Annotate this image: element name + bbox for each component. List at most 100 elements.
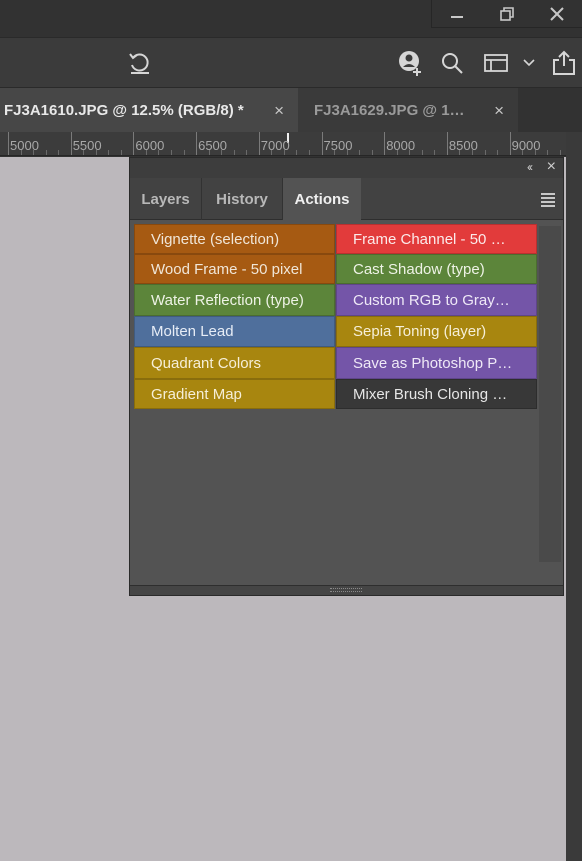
action-label: Vignette (selection) xyxy=(151,230,280,248)
panel-scrollbar[interactable] xyxy=(539,226,561,562)
ruler-minor-tick xyxy=(334,150,336,155)
ruler-label: 7000 xyxy=(260,138,290,153)
close-icon xyxy=(550,7,564,21)
ruler-major-tick xyxy=(321,132,323,155)
ruler-minor-tick xyxy=(20,150,22,155)
options-toolbar xyxy=(0,38,582,88)
ruler-minor-tick xyxy=(183,150,185,155)
minimize-icon xyxy=(451,16,463,18)
share-icon[interactable] xyxy=(550,49,578,77)
document-tab-active[interactable]: FJ3A1610.JPG @ 12.5% (RGB/8) * × xyxy=(0,88,298,132)
ruler-minor-tick xyxy=(308,150,310,155)
panel-tabs: Layers History Actions xyxy=(130,178,563,221)
horizontal-ruler[interactable]: 5000 5500 6000 6500 7000 7500 8000 8500 9000 xyxy=(0,132,566,156)
close-panel-icon[interactable]: × xyxy=(547,158,556,176)
action-label: Molten Lead xyxy=(151,323,234,340)
ruler-minor-tick xyxy=(547,150,549,155)
minimize-button[interactable] xyxy=(432,0,482,28)
ruler-minor-tick xyxy=(158,150,160,155)
action-label: Cast Shadow (type) xyxy=(353,260,485,278)
ruler-minor-tick xyxy=(471,150,473,155)
ruler-major-tick xyxy=(70,132,72,155)
ruler-minor-tick xyxy=(459,150,461,155)
document-tab-bar: FJ3A1610.JPG @ 12.5% (RGB/8) * × FJ3A162… xyxy=(0,88,582,132)
ruler-major-tick xyxy=(509,132,511,155)
ruler-minor-tick xyxy=(33,150,35,155)
panel-menu-icon[interactable] xyxy=(541,193,555,209)
collapse-panel-icon[interactable]: ‹‹ xyxy=(527,160,533,174)
ruler-label: 5500 xyxy=(72,138,102,153)
ruler-minor-tick xyxy=(371,150,373,155)
ruler-minor-tick xyxy=(208,150,210,155)
action-label: Quadrant Colors xyxy=(151,354,262,372)
tab-actions[interactable]: Actions xyxy=(283,178,361,221)
rotate-view-icon[interactable] xyxy=(126,49,154,77)
action-label: Gradient Map xyxy=(151,385,242,403)
action-button[interactable]: Save as Photoshop P… xyxy=(336,347,537,379)
search-icon[interactable] xyxy=(438,49,466,77)
restore-button[interactable] xyxy=(482,0,532,28)
ruler-label: 9000 xyxy=(511,138,541,153)
actions-button-grid: Vignette (selection) Frame Channel - 50 …… xyxy=(130,220,563,565)
ruler-minor-tick xyxy=(421,150,423,155)
action-button[interactable]: Vignette (selection) xyxy=(134,224,335,254)
ruler-minor-tick xyxy=(409,150,411,155)
action-button[interactable]: Molten Lead xyxy=(134,316,335,347)
tab-close-icon[interactable]: × xyxy=(274,101,284,121)
ruler-minor-tick xyxy=(233,150,235,155)
action-label: Water Reflection (type) xyxy=(151,291,304,309)
ruler-minor-tick xyxy=(45,150,47,155)
ruler-minor-tick xyxy=(359,150,361,155)
action-label: Custom RGB to Gray… xyxy=(353,291,510,309)
ruler-label: 7500 xyxy=(323,138,353,153)
ruler-major-tick xyxy=(133,132,135,155)
restore-icon xyxy=(500,7,514,21)
ruler-minor-tick xyxy=(283,150,285,155)
ruler-minor-tick xyxy=(145,150,147,155)
action-label: Save as Photoshop P… xyxy=(353,354,513,372)
user-add-icon[interactable] xyxy=(396,49,424,77)
action-button[interactable]: Cast Shadow (type) xyxy=(336,254,537,284)
chevron-down-icon[interactable] xyxy=(519,49,539,77)
action-button[interactable]: Frame Channel - 50 … xyxy=(336,224,537,254)
action-button[interactable]: Sepia Toning (layer) xyxy=(336,316,537,347)
resize-grip-icon[interactable] xyxy=(330,588,362,592)
action-button[interactable]: Gradient Map xyxy=(134,379,335,409)
ruler-minor-tick xyxy=(484,150,486,155)
ruler-minor-tick xyxy=(221,150,223,155)
action-label: Frame Channel - 50 … xyxy=(353,230,506,248)
ruler-minor-tick xyxy=(58,150,60,155)
ruler-minor-tick xyxy=(522,150,524,155)
ruler-major-tick xyxy=(196,132,198,155)
action-label: Wood Frame - 50 pixel xyxy=(151,260,303,278)
tab-close-icon[interactable]: × xyxy=(494,101,504,121)
close-window-button[interactable] xyxy=(532,0,582,28)
ruler-label: 8000 xyxy=(386,138,416,153)
ruler-major-tick xyxy=(258,132,260,155)
ruler-minor-tick xyxy=(346,150,348,155)
tab-title: FJ3A1629.JPG @ 1… xyxy=(314,101,465,119)
ruler-major-tick xyxy=(384,132,386,155)
ruler-minor-tick xyxy=(396,150,398,155)
action-button[interactable]: Water Reflection (type) xyxy=(134,284,335,316)
window-controls xyxy=(431,0,582,28)
ruler-minor-tick xyxy=(271,150,273,155)
action-label: Mixer Brush Cloning … xyxy=(353,385,508,403)
workspace-icon[interactable] xyxy=(482,49,510,77)
action-label: Sepia Toning (layer) xyxy=(353,323,487,340)
action-button[interactable]: Quadrant Colors xyxy=(134,347,335,379)
ruler-minor-tick xyxy=(434,150,436,155)
ruler-label: 6000 xyxy=(135,138,165,153)
ruler-minor-tick xyxy=(120,150,122,155)
ruler-minor-tick xyxy=(296,150,298,155)
ruler-major-tick xyxy=(8,132,9,155)
panel-resize-footer[interactable] xyxy=(130,585,563,595)
action-button[interactable]: Custom RGB to Gray… xyxy=(336,284,537,316)
document-tab-inactive[interactable]: FJ3A1629.JPG @ 1… × xyxy=(298,88,518,132)
tab-layers[interactable]: Layers xyxy=(130,178,202,220)
action-button[interactable]: Mixer Brush Cloning … xyxy=(336,379,537,409)
tab-history[interactable]: History xyxy=(202,178,283,220)
panel-header[interactable]: ‹‹ × xyxy=(130,158,563,178)
ruler-minor-tick xyxy=(497,150,499,155)
action-button[interactable]: Wood Frame - 50 pixel xyxy=(134,254,335,284)
